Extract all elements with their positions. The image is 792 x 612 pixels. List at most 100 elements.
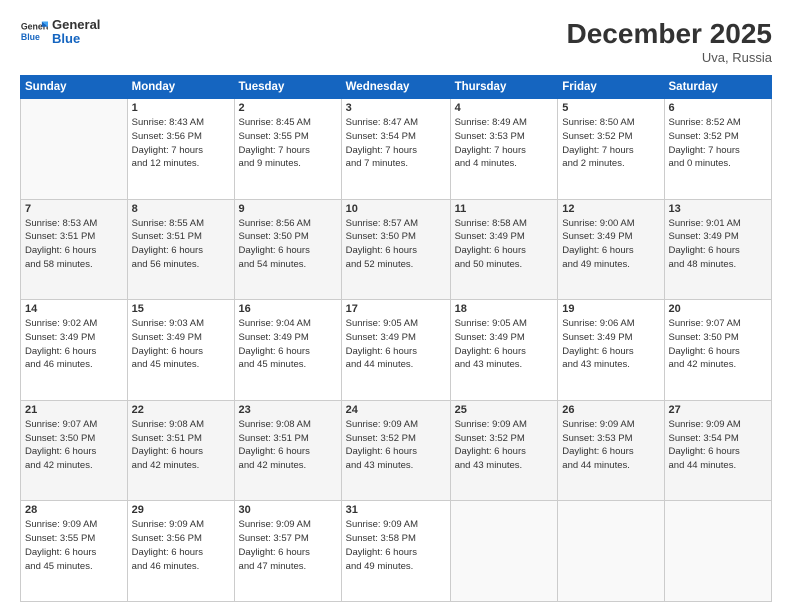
day-number: 28	[25, 504, 123, 516]
calendar-cell: 26 Sunrise: 9:09 AM Sunset: 3:53 PM Dayli…	[558, 400, 664, 501]
calendar-header-row: SundayMondayTuesdayWednesdayThursdayFrid…	[21, 76, 772, 99]
calendar-week-row: 21 Sunrise: 9:07 AM Sunset: 3:50 PM Dayli…	[21, 400, 772, 501]
calendar-cell	[558, 501, 664, 602]
day-number: 2	[239, 102, 337, 114]
cell-info: Sunrise: 9:09 AM Sunset: 3:56 PM Dayligh…	[132, 518, 230, 573]
calendar-day-header: Sunday	[21, 76, 128, 99]
calendar-cell: 13Sunrise: 9:01 AM Sunset: 3:49 PM Dayli…	[664, 199, 772, 300]
day-number: 4	[455, 102, 554, 114]
day-number: 30	[239, 504, 337, 516]
calendar-cell: 16 Sunrise: 9:04 AM Sunset: 3:49 PM Dayli…	[234, 300, 341, 401]
calendar-cell: 29 Sunrise: 9:09 AM Sunset: 3:56 PM Dayli…	[127, 501, 234, 602]
calendar-cell: 28 Sunrise: 9:09 AM Sunset: 3:55 PM Dayli…	[21, 501, 128, 602]
svg-text:Blue: Blue	[21, 32, 40, 42]
cell-info: Sunrise: 9:09 AM Sunset: 3:58 PM Dayligh…	[346, 518, 446, 573]
day-number: 16	[239, 303, 337, 315]
cell-info: Sunrise: 9:09 AM Sunset: 3:55 PM Dayligh…	[25, 518, 123, 573]
calendar-cell: 6 Sunrise: 8:52 AM Sunset: 3:52 PM Daylig…	[664, 99, 772, 200]
calendar-cell: 15 Sunrise: 9:03 AM Sunset: 3:49 PM Dayli…	[127, 300, 234, 401]
day-number: 1	[132, 102, 230, 114]
day-number: 3	[346, 102, 446, 114]
day-number: 10	[346, 203, 446, 215]
day-number: 18	[455, 303, 554, 315]
cell-info: Sunrise: 9:04 AM Sunset: 3:49 PM Dayligh…	[239, 317, 337, 372]
calendar-cell: 12Sunrise: 9:00 AM Sunset: 3:49 PM Dayli…	[558, 199, 664, 300]
logo-general: General	[52, 18, 100, 32]
calendar-cell	[21, 99, 128, 200]
calendar-cell: 21 Sunrise: 9:07 AM Sunset: 3:50 PM Dayli…	[21, 400, 128, 501]
page-title: December 2025	[567, 18, 772, 50]
cell-info: Sunrise: 9:08 AM Sunset: 3:51 PM Dayligh…	[132, 418, 230, 473]
cell-info: Sunrise: 8:57 AM Sunset: 3:50 PM Dayligh…	[346, 217, 446, 272]
cell-info: Sunrise: 9:07 AM Sunset: 3:50 PM Dayligh…	[25, 418, 123, 473]
cell-info: Sunrise: 9:09 AM Sunset: 3:52 PM Dayligh…	[455, 418, 554, 473]
day-number: 12	[562, 203, 659, 215]
calendar-day-header: Wednesday	[341, 76, 450, 99]
day-number: 21	[25, 404, 123, 416]
day-number: 17	[346, 303, 446, 315]
calendar-cell	[664, 501, 772, 602]
calendar-day-header: Thursday	[450, 76, 558, 99]
calendar-cell: 4 Sunrise: 8:49 AM Sunset: 3:53 PM Daylig…	[450, 99, 558, 200]
calendar-week-row: 28 Sunrise: 9:09 AM Sunset: 3:55 PM Dayli…	[21, 501, 772, 602]
cell-info: Sunrise: 9:06 AM Sunset: 3:49 PM Dayligh…	[562, 317, 659, 372]
day-number: 5	[562, 102, 659, 114]
day-number: 31	[346, 504, 446, 516]
calendar-day-header: Monday	[127, 76, 234, 99]
day-number: 26	[562, 404, 659, 416]
calendar-cell: 1 Sunrise: 8:43 AM Sunset: 3:56 PM Daylig…	[127, 99, 234, 200]
calendar-day-header: Saturday	[664, 76, 772, 99]
cell-info: Sunrise: 8:52 AM Sunset: 3:52 PM Dayligh…	[669, 116, 768, 171]
day-number: 25	[455, 404, 554, 416]
day-number: 20	[669, 303, 768, 315]
cell-info: Sunrise: 9:05 AM Sunset: 3:49 PM Dayligh…	[455, 317, 554, 372]
calendar-cell: 10 Sunrise: 8:57 AM Sunset: 3:50 PM Dayli…	[341, 199, 450, 300]
calendar-day-header: Friday	[558, 76, 664, 99]
calendar-cell: 22Sunrise: 9:08 AM Sunset: 3:51 PM Dayli…	[127, 400, 234, 501]
calendar-cell: 7 Sunrise: 8:53 AM Sunset: 3:51 PM Daylig…	[21, 199, 128, 300]
day-number: 9	[239, 203, 337, 215]
calendar-day-header: Tuesday	[234, 76, 341, 99]
calendar-week-row: 7 Sunrise: 8:53 AM Sunset: 3:51 PM Daylig…	[21, 199, 772, 300]
day-number: 27	[669, 404, 768, 416]
day-number: 19	[562, 303, 659, 315]
calendar-cell: 27 Sunrise: 9:09 AM Sunset: 3:54 PM Dayli…	[664, 400, 772, 501]
cell-info: Sunrise: 8:47 AM Sunset: 3:54 PM Dayligh…	[346, 116, 446, 171]
cell-info: Sunrise: 9:01 AM Sunset: 3:49 PM Dayligh…	[669, 217, 768, 272]
calendar-cell: 8Sunrise: 8:55 AM Sunset: 3:51 PM Daylig…	[127, 199, 234, 300]
cell-info: Sunrise: 9:07 AM Sunset: 3:50 PM Dayligh…	[669, 317, 768, 372]
calendar-cell: 3 Sunrise: 8:47 AM Sunset: 3:54 PM Daylig…	[341, 99, 450, 200]
cell-info: Sunrise: 9:02 AM Sunset: 3:49 PM Dayligh…	[25, 317, 123, 372]
calendar-cell: 31 Sunrise: 9:09 AM Sunset: 3:58 PM Dayli…	[341, 501, 450, 602]
calendar-cell: 11Sunrise: 8:58 AM Sunset: 3:49 PM Dayli…	[450, 199, 558, 300]
calendar-cell: 9Sunrise: 8:56 AM Sunset: 3:50 PM Daylig…	[234, 199, 341, 300]
cell-info: Sunrise: 8:43 AM Sunset: 3:56 PM Dayligh…	[132, 116, 230, 171]
day-number: 6	[669, 102, 768, 114]
cell-info: Sunrise: 9:09 AM Sunset: 3:54 PM Dayligh…	[669, 418, 768, 473]
cell-info: Sunrise: 8:50 AM Sunset: 3:52 PM Dayligh…	[562, 116, 659, 171]
day-number: 7	[25, 203, 123, 215]
cell-info: Sunrise: 9:09 AM Sunset: 3:53 PM Dayligh…	[562, 418, 659, 473]
calendar-cell: 24Sunrise: 9:09 AM Sunset: 3:52 PM Dayli…	[341, 400, 450, 501]
day-number: 15	[132, 303, 230, 315]
logo-blue: Blue	[52, 32, 100, 46]
cell-info: Sunrise: 8:58 AM Sunset: 3:49 PM Dayligh…	[455, 217, 554, 272]
cell-info: Sunrise: 8:49 AM Sunset: 3:53 PM Dayligh…	[455, 116, 554, 171]
cell-info: Sunrise: 8:45 AM Sunset: 3:55 PM Dayligh…	[239, 116, 337, 171]
calendar-cell	[450, 501, 558, 602]
calendar-cell: 2 Sunrise: 8:45 AM Sunset: 3:55 PM Daylig…	[234, 99, 341, 200]
calendar-week-row: 14Sunrise: 9:02 AM Sunset: 3:49 PM Dayli…	[21, 300, 772, 401]
calendar-week-row: 1 Sunrise: 8:43 AM Sunset: 3:56 PM Daylig…	[21, 99, 772, 200]
calendar-cell: 30Sunrise: 9:09 AM Sunset: 3:57 PM Dayli…	[234, 501, 341, 602]
cell-info: Sunrise: 9:03 AM Sunset: 3:49 PM Dayligh…	[132, 317, 230, 372]
cell-info: Sunrise: 8:53 AM Sunset: 3:51 PM Dayligh…	[25, 217, 123, 272]
calendar-cell: 17Sunrise: 9:05 AM Sunset: 3:49 PM Dayli…	[341, 300, 450, 401]
day-number: 29	[132, 504, 230, 516]
calendar-cell: 14Sunrise: 9:02 AM Sunset: 3:49 PM Dayli…	[21, 300, 128, 401]
calendar-cell: 5 Sunrise: 8:50 AM Sunset: 3:52 PM Daylig…	[558, 99, 664, 200]
day-number: 23	[239, 404, 337, 416]
cell-info: Sunrise: 9:09 AM Sunset: 3:52 PM Dayligh…	[346, 418, 446, 473]
logo: General Blue General Blue	[20, 18, 100, 47]
calendar-cell: 23Sunrise: 9:08 AM Sunset: 3:51 PM Dayli…	[234, 400, 341, 501]
calendar-cell: 19 Sunrise: 9:06 AM Sunset: 3:49 PM Dayli…	[558, 300, 664, 401]
